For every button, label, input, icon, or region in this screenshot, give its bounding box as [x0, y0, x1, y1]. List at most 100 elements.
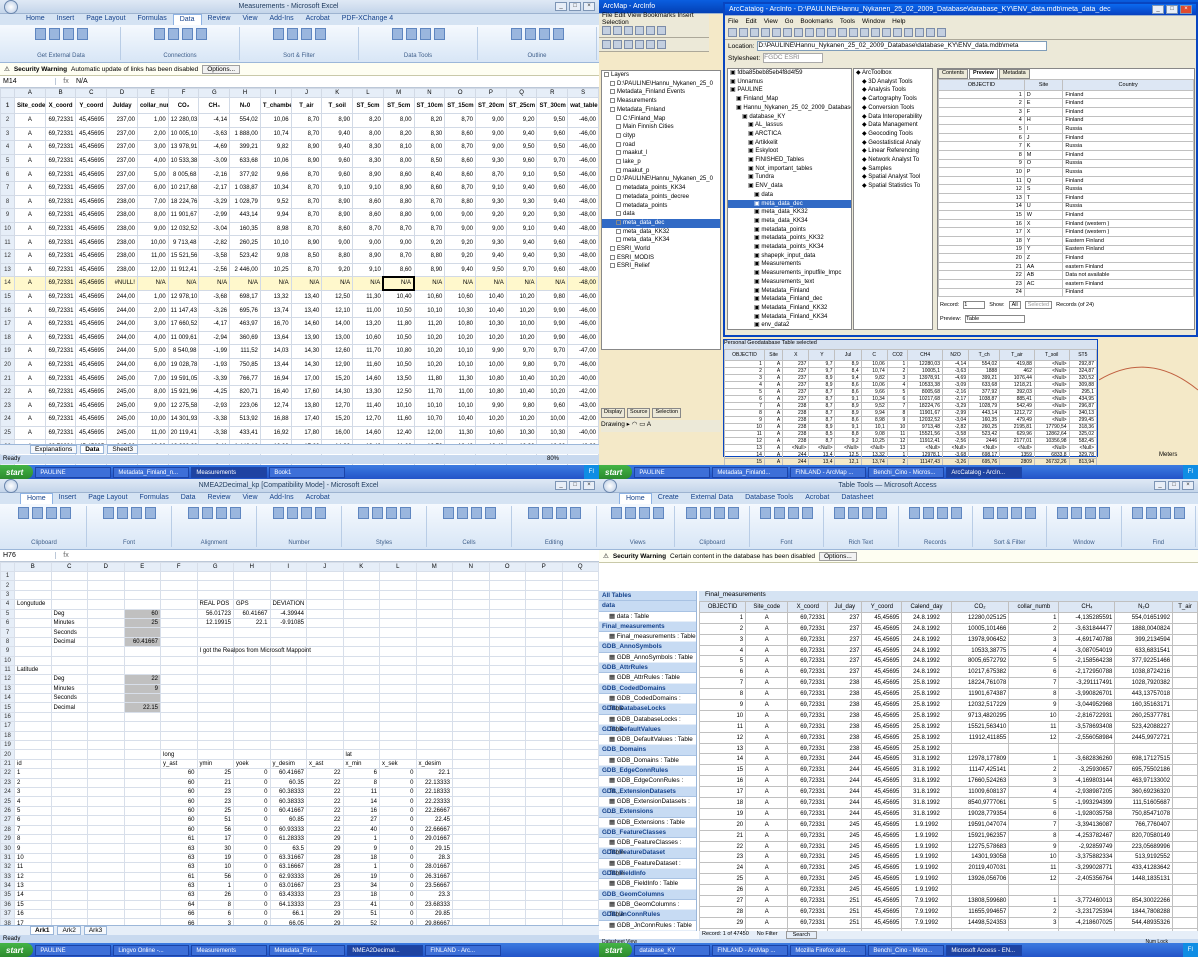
- cell[interactable]: 11,00: [352, 303, 384, 318]
- cell[interactable]: A: [745, 742, 789, 755]
- ribbon-button-icon[interactable]: [801, 507, 813, 519]
- cell[interactable]: 13,32: [259, 289, 292, 305]
- cell[interactable]: [379, 646, 417, 657]
- cell[interactable]: A: [745, 655, 789, 668]
- cell[interactable]: -46,00: [567, 330, 599, 346]
- cell[interactable]: 12,50: [321, 289, 354, 305]
- cell[interactable]: [87, 768, 125, 779]
- cell[interactable]: 244: [827, 786, 863, 799]
- cell[interactable]: <Null>: [1033, 401, 1070, 410]
- cell[interactable]: A: [745, 873, 789, 886]
- cell[interactable]: [233, 627, 271, 638]
- cell[interactable]: [342, 589, 380, 601]
- cell[interactable]: 1.9.1992: [901, 851, 952, 864]
- cell[interactable]: <Null>: [834, 443, 862, 452]
- cell[interactable]: 8,70: [352, 221, 384, 237]
- cell[interactable]: 9,4: [834, 373, 862, 382]
- cell[interactable]: [87, 815, 125, 826]
- cell[interactable]: 22.26667: [415, 805, 453, 817]
- row-header[interactable]: 34: [0, 880, 15, 892]
- cell[interactable]: 19: [938, 244, 1025, 255]
- cell[interactable]: [50, 711, 88, 723]
- cell[interactable]: 22: [306, 777, 344, 789]
- cell[interactable]: 633,68: [968, 380, 1001, 389]
- cell[interactable]: 2,00: [136, 303, 169, 318]
- ribbon-button-icon[interactable]: [59, 507, 71, 519]
- cell[interactable]: [233, 570, 271, 582]
- cell[interactable]: 69,72331: [44, 208, 77, 223]
- cell[interactable]: 245,00: [106, 371, 138, 386]
- cell[interactable]: -3,990826701: [1058, 688, 1116, 701]
- cell[interactable]: [123, 730, 161, 742]
- cell[interactable]: 15,20: [321, 412, 354, 427]
- column-header[interactable]: A: [14, 88, 46, 98]
- cell[interactable]: 15: [699, 764, 747, 777]
- cell[interactable]: 12 280,03: [167, 113, 200, 128]
- cell[interactable]: 10,06: [860, 380, 888, 389]
- cell[interactable]: 10: [1008, 709, 1060, 722]
- cell[interactable]: 69,72331: [787, 862, 829, 875]
- cell[interactable]: [196, 674, 234, 685]
- cell[interactable]: [525, 589, 563, 601]
- cell[interactable]: [269, 570, 307, 582]
- cell[interactable]: 28: [306, 852, 344, 864]
- cell[interactable]: A: [745, 775, 789, 788]
- cell[interactable]: 60.93333: [269, 824, 307, 835]
- cell[interactable]: 8,60: [352, 194, 384, 210]
- cell[interactable]: 18224,761078: [950, 677, 1010, 690]
- cell[interactable]: -3,375882334: [1058, 851, 1116, 864]
- cell[interactable]: [50, 843, 88, 854]
- cell[interactable]: 16,92: [259, 425, 292, 441]
- cell[interactable]: 238: [827, 731, 863, 744]
- cell[interactable]: 11: [1008, 862, 1060, 875]
- cell[interactable]: [342, 693, 380, 704]
- cell[interactable]: 29.85: [415, 909, 453, 920]
- cell[interactable]: 69,72331: [44, 153, 77, 169]
- cell[interactable]: [269, 702, 307, 713]
- cell[interactable]: T: [1023, 193, 1064, 203]
- cell[interactable]: [160, 608, 198, 619]
- cell[interactable]: 10,80: [475, 384, 507, 400]
- cell[interactable]: 69,72331: [787, 797, 829, 809]
- cell[interactable]: eastern Finland: [1062, 261, 1194, 272]
- spreadsheet-grid[interactable]: A B C D E F G H I J K L M N O P Q R S 1 Site_code X_coord Y_co…: [0, 88, 599, 479]
- cell[interactable]: A: [745, 862, 789, 875]
- cell[interactable]: 5: [724, 387, 765, 396]
- cell[interactable]: [525, 758, 563, 770]
- cell[interactable]: 238: [782, 415, 810, 424]
- cell[interactable]: -3,39: [198, 371, 231, 386]
- cell[interactable]: 0: [379, 796, 417, 807]
- cell[interactable]: <Null>: [1033, 415, 1070, 424]
- cell[interactable]: E: [1023, 98, 1064, 109]
- cell[interactable]: A: [14, 371, 46, 386]
- cell[interactable]: 22: [938, 270, 1025, 280]
- cell[interactable]: 64.13333: [269, 899, 307, 911]
- sheet-tab[interactable]: Data: [80, 445, 105, 454]
- cell[interactable]: Finland: [1062, 107, 1194, 117]
- cell[interactable]: [306, 711, 344, 723]
- cell[interactable]: [452, 721, 490, 732]
- ribbon-button-icon[interactable]: [31, 507, 43, 519]
- cell[interactable]: [233, 693, 271, 704]
- cell[interactable]: 31.8.1992: [901, 797, 952, 809]
- cell[interactable]: [1114, 742, 1174, 755]
- cell[interactable]: 9,52: [860, 401, 888, 410]
- cell[interactable]: [123, 711, 161, 723]
- cell[interactable]: 10,20: [505, 330, 538, 346]
- cell[interactable]: A: [745, 677, 789, 690]
- cell[interactable]: 12978,1: [907, 450, 943, 459]
- cell[interactable]: 10,10: [413, 303, 446, 318]
- cell[interactable]: [525, 655, 563, 666]
- cell[interactable]: 0: [233, 852, 271, 864]
- cell[interactable]: [269, 580, 307, 591]
- cell[interactable]: 69,72331: [787, 851, 829, 864]
- cell[interactable]: 238: [827, 699, 863, 711]
- cell[interactable]: 21: [699, 829, 747, 842]
- cell[interactable]: [561, 805, 599, 817]
- row-header[interactable]: 7: [0, 627, 15, 638]
- cell[interactable]: 14 301,93: [167, 412, 200, 427]
- cell[interactable]: 60: [160, 768, 198, 779]
- cell[interactable]: 13978,906452: [950, 633, 1010, 646]
- cell[interactable]: 237: [782, 359, 810, 368]
- cell[interactable]: 14,30: [290, 344, 323, 359]
